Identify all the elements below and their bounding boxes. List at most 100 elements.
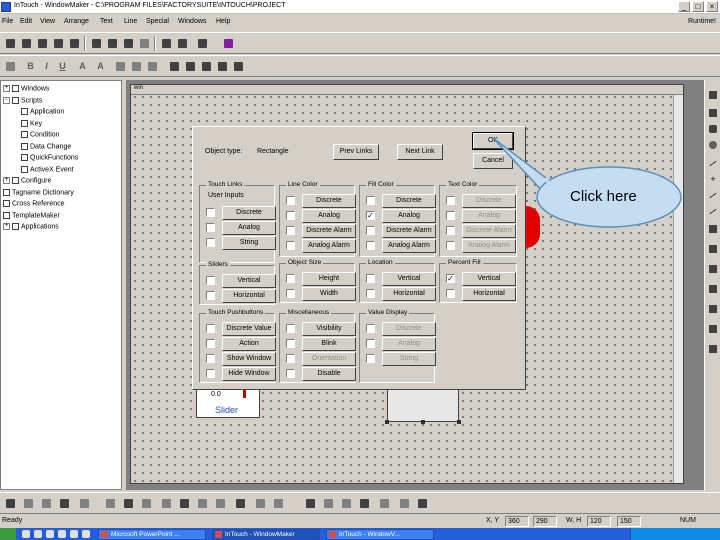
maximize-button[interactable]: □: [692, 1, 704, 12]
quick-launch-icon[interactable]: [82, 530, 90, 538]
flip-horizontal-icon[interactable]: [322, 497, 335, 510]
link-button[interactable]: Hide Window: [222, 367, 276, 381]
link-button[interactable]: Discrete Alarm: [462, 224, 516, 238]
tree-item[interactable]: + Applications: [3, 223, 59, 230]
bitmap-tool-icon[interactable]: [708, 264, 718, 274]
link-checkbox[interactable]: [366, 196, 375, 205]
taskbar-windowviewer[interactable]: InTouch - WindowV...: [326, 529, 434, 540]
link-checkbox[interactable]: [366, 339, 375, 348]
link-checkbox[interactable]: [206, 223, 215, 232]
line-style-icon[interactable]: [232, 60, 245, 73]
link-button[interactable]: Horizontal: [382, 287, 436, 301]
link-checkbox[interactable]: [286, 274, 295, 283]
tree-item[interactable]: Application: [21, 108, 64, 115]
link-button[interactable]: Discrete: [222, 206, 276, 220]
link-checkbox[interactable]: [446, 211, 455, 220]
link-checkbox[interactable]: [206, 369, 215, 378]
vertical-scrollbar[interactable]: [673, 95, 683, 483]
link-checkbox[interactable]: [366, 289, 375, 298]
button-tool-icon[interactable]: [708, 224, 718, 234]
ok-button[interactable]: OK: [472, 132, 514, 150]
rectangle-tool-icon[interactable]: [708, 108, 718, 118]
link-button[interactable]: Discrete: [382, 194, 436, 208]
open-icon[interactable]: [20, 37, 33, 50]
tree-item[interactable]: Condition: [21, 131, 60, 138]
link-checkbox[interactable]: [286, 369, 295, 378]
font-larger-icon[interactable]: A: [94, 60, 107, 73]
next-link-button[interactable]: Next Link: [397, 144, 443, 160]
rotate-icon[interactable]: [304, 497, 317, 510]
align-center-icon[interactable]: [22, 497, 35, 510]
smooth-icon[interactable]: [416, 497, 429, 510]
link-button[interactable]: Blink: [302, 337, 356, 351]
space-horizontal-icon[interactable]: [140, 497, 153, 510]
align-right-icon[interactable]: [146, 60, 159, 73]
undo-icon[interactable]: [160, 37, 173, 50]
tree-item[interactable]: - Scripts: [3, 96, 42, 104]
taskbar-windowmaker[interactable]: InTouch - WindowMaker: [212, 529, 320, 540]
wizard-tool-icon[interactable]: [708, 324, 718, 334]
expand-icon[interactable]: +: [3, 177, 10, 184]
link-checkbox[interactable]: [206, 339, 215, 348]
link-checkbox[interactable]: ✓: [446, 274, 455, 283]
copy-icon[interactable]: [106, 37, 119, 50]
quick-launch-icon[interactable]: [58, 530, 66, 538]
save-icon[interactable]: [36, 37, 49, 50]
link-button[interactable]: Vertical: [462, 272, 516, 286]
italic-icon[interactable]: I: [40, 60, 53, 73]
link-checkbox[interactable]: [286, 324, 295, 333]
menu-file[interactable]: File: [2, 18, 13, 25]
menu-windows[interactable]: Windows: [178, 18, 206, 25]
link-button[interactable]: Analog: [302, 209, 356, 223]
paste-icon[interactable]: [122, 37, 135, 50]
close-button[interactable]: ×: [706, 1, 718, 12]
link-checkbox[interactable]: [366, 226, 375, 235]
menu-help[interactable]: Help: [216, 18, 230, 25]
link-button[interactable]: Analog Alarm: [382, 239, 436, 253]
link-button[interactable]: Analog Alarm: [302, 239, 356, 253]
menu-arrange[interactable]: Arrange: [64, 18, 89, 25]
menu-edit[interactable]: Edit: [20, 18, 32, 25]
menu-special[interactable]: Special: [146, 18, 169, 25]
space-vertical-icon[interactable]: [160, 497, 173, 510]
align-right-icon[interactable]: [40, 497, 53, 510]
selection-handle[interactable]: [421, 420, 425, 424]
quick-launch-icon[interactable]: [46, 530, 54, 538]
grid-icon[interactable]: [358, 497, 371, 510]
link-checkbox[interactable]: [446, 289, 455, 298]
flip-vertical-icon[interactable]: [340, 497, 353, 510]
ellipse-tool-icon[interactable]: [708, 140, 718, 150]
tree-item[interactable]: QuickFunctions: [21, 154, 78, 161]
font-icon[interactable]: [4, 60, 17, 73]
link-checkbox[interactable]: [206, 238, 215, 247]
select-arrow-icon[interactable]: [708, 90, 718, 100]
link-button[interactable]: Discrete: [462, 194, 516, 208]
realtime-trend-tool-icon[interactable]: [708, 284, 718, 294]
paste-bitmap-tool-icon[interactable]: [708, 344, 718, 354]
link-button[interactable]: Discrete: [302, 194, 356, 208]
menu-line[interactable]: Line: [124, 18, 137, 25]
historical-trend-tool-icon[interactable]: [708, 304, 718, 314]
align-middle-icon[interactable]: [78, 497, 91, 510]
quick-launch-icon[interactable]: [70, 530, 78, 538]
link-checkbox[interactable]: [446, 196, 455, 205]
link-button[interactable]: Analog Alarm: [462, 239, 516, 253]
link-button[interactable]: Vertical: [382, 272, 436, 286]
link-button[interactable]: String: [222, 236, 276, 250]
selection-handle[interactable]: [385, 420, 389, 424]
link-checkbox[interactable]: [286, 211, 295, 220]
print-icon[interactable]: [196, 37, 209, 50]
link-button[interactable]: Analog: [382, 209, 436, 223]
text-color-icon[interactable]: [200, 60, 213, 73]
wizard-icon[interactable]: [222, 37, 235, 50]
link-checkbox[interactable]: [286, 196, 295, 205]
link-button[interactable]: Discrete: [382, 322, 436, 336]
polyline-tool-icon[interactable]: [708, 190, 718, 200]
link-checkbox[interactable]: [286, 354, 295, 363]
link-button[interactable]: Discrete Alarm: [302, 224, 356, 238]
rounded-rectangle-tool-icon[interactable]: [708, 124, 718, 134]
close-window-icon[interactable]: [68, 37, 81, 50]
align-left-icon[interactable]: [4, 497, 17, 510]
reshape-icon[interactable]: [398, 497, 411, 510]
tree-item[interactable]: Cross Reference: [3, 200, 65, 207]
